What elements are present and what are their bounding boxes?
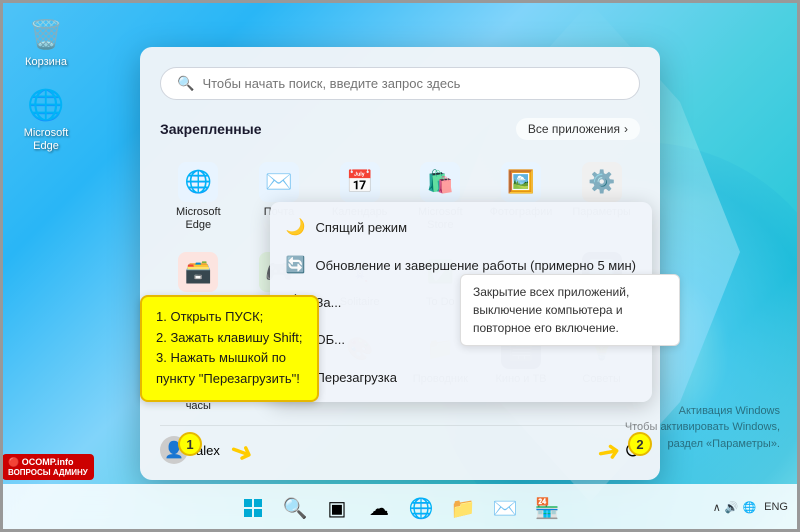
- sleep-item[interactable]: 🌙 Спящий режим: [270, 208, 653, 246]
- taskbar-store[interactable]: 🏪: [529, 490, 565, 526]
- all-apps-button[interactable]: Все приложения ›: [516, 118, 640, 140]
- start-search-icon: 🔍: [177, 75, 194, 92]
- restart-item[interactable]: ↺ Перезагрузка: [270, 358, 653, 396]
- instruction-line-2: 2. Зажать клавишу Shift;: [156, 328, 303, 349]
- taskbar-search-button[interactable]: 🔍: [277, 490, 313, 526]
- recycle-bin-image: 🗑️: [26, 14, 66, 54]
- taskbar-store-icon: 🏪: [535, 496, 560, 521]
- arrow-2: ➜: [594, 433, 623, 470]
- taskbar-edge-icon: 🌐: [409, 496, 434, 521]
- widgets-button[interactable]: ☁: [361, 490, 397, 526]
- clock-time: ENG: [764, 500, 788, 515]
- app-settings-icon: ⚙️: [582, 162, 622, 202]
- taskbar-search-icon: 🔍: [283, 496, 308, 521]
- edge-desktop-icon[interactable]: 🌐 MicrosoftEdge: [10, 81, 82, 157]
- tray-expand-icon[interactable]: ∧: [713, 501, 721, 514]
- ocomp-name: 🔴 OCOMP.info: [8, 457, 88, 468]
- taskbar-edge[interactable]: 🌐: [403, 490, 439, 526]
- start-search-input[interactable]: [202, 76, 623, 91]
- update-shutdown-icon: 🔄: [286, 255, 306, 275]
- volume-icon[interactable]: 🔊: [725, 501, 739, 514]
- time-display[interactable]: ENG: [764, 500, 788, 515]
- restart-update-label: ОБ...: [316, 332, 345, 347]
- start-search-bar[interactable]: 🔍: [160, 67, 640, 100]
- update-shutdown-label: Обновление и завершение работы (примерно…: [316, 258, 637, 273]
- taskbar: 🔍 ▣ ☁ 🌐 📁 ✉️ 🏪 ∧ 🔊: [0, 484, 800, 532]
- restart-tooltip: Закрытие всех приложений, выключение ком…: [460, 274, 680, 346]
- instruction-line-1: 1. Открыть ПУСК;: [156, 307, 303, 328]
- app-edge-icon: 🌐: [178, 162, 218, 202]
- edge-desktop-image: 🌐: [26, 85, 66, 125]
- step-1-label: 1: [186, 437, 193, 452]
- desktop: 🗑️ Корзина 🌐 MicrosoftEdge 🔍 Закрепленны…: [0, 0, 800, 532]
- app-photos-icon: 🖼️: [501, 162, 541, 202]
- taskbar-explorer-icon: 📁: [451, 496, 476, 521]
- app-calendar-icon: 📅: [340, 162, 380, 202]
- step-1-badge: 1: [178, 432, 202, 456]
- taskbar-mail[interactable]: ✉️: [487, 490, 523, 526]
- taskbar-explorer[interactable]: 📁: [445, 490, 481, 526]
- step-2-label: 2: [636, 437, 643, 452]
- activation-line-1: Активация Windows: [625, 403, 780, 420]
- windows-logo-icon: [244, 499, 262, 517]
- restart-label: Перезагрузка: [316, 370, 397, 385]
- activation-line-2: Чтобы активировать Windows,: [625, 419, 780, 436]
- widgets-icon: ☁: [369, 496, 389, 521]
- app-store-icon: 🛍️: [420, 162, 460, 202]
- task-view-icon: ▣: [328, 496, 347, 521]
- recycle-bin-icon[interactable]: 🗑️ Корзина: [10, 10, 82, 73]
- instruction-line-3: 3. Нажать мышкой по: [156, 348, 303, 369]
- instruction-box: 1. Открыть ПУСК; 2. Зажать клавишу Shift…: [140, 295, 319, 402]
- taskbar-right: ∧ 🔊 🌐 ENG: [713, 500, 788, 515]
- ocomp-subtitle: ВОПРОСЫ АДМИНУ: [8, 468, 88, 477]
- taskbar-mail-icon: ✉️: [493, 496, 518, 521]
- taskbar-center: 🔍 ▣ ☁ 🌐 📁 ✉️ 🏪: [235, 490, 565, 526]
- pinned-header: Закрепленные Все приложения ›: [160, 118, 640, 140]
- app-edge[interactable]: 🌐 Microsoft Edge: [160, 154, 237, 240]
- desktop-icons-area: 🗑️ Корзина 🌐 MicrosoftEdge: [10, 10, 82, 158]
- task-view-button[interactable]: ▣: [319, 490, 355, 526]
- app-mail-icon: ✉️: [259, 162, 299, 202]
- chevron-right-icon: ›: [624, 122, 628, 136]
- recycle-bin-label: Корзина: [25, 56, 67, 69]
- ocomp-logo: 🔴 OCOMP.info ВОПРОСЫ АДМИНУ: [2, 454, 94, 480]
- app-office-icon: 🗃️: [178, 252, 218, 292]
- pinned-title: Закрепленные: [160, 121, 262, 137]
- tooltip-text: Закрытие всех приложений, выключение ком…: [473, 285, 629, 335]
- edge-desktop-label: MicrosoftEdge: [24, 127, 69, 153]
- system-tray: ∧ 🔊 🌐: [713, 501, 756, 514]
- sleep-icon: 🌙: [286, 217, 306, 237]
- all-apps-label: Все приложения: [528, 122, 620, 136]
- app-edge-label: Microsoft Edge: [164, 206, 233, 232]
- shutdown-label: За...: [316, 295, 342, 310]
- instruction-line-4: пункту "Перезагрузить"!: [156, 369, 303, 390]
- sleep-label: Спящий режим: [316, 220, 408, 235]
- network-icon[interactable]: 🌐: [742, 501, 756, 514]
- start-button[interactable]: [235, 490, 271, 526]
- step-2-badge: 2: [628, 432, 652, 456]
